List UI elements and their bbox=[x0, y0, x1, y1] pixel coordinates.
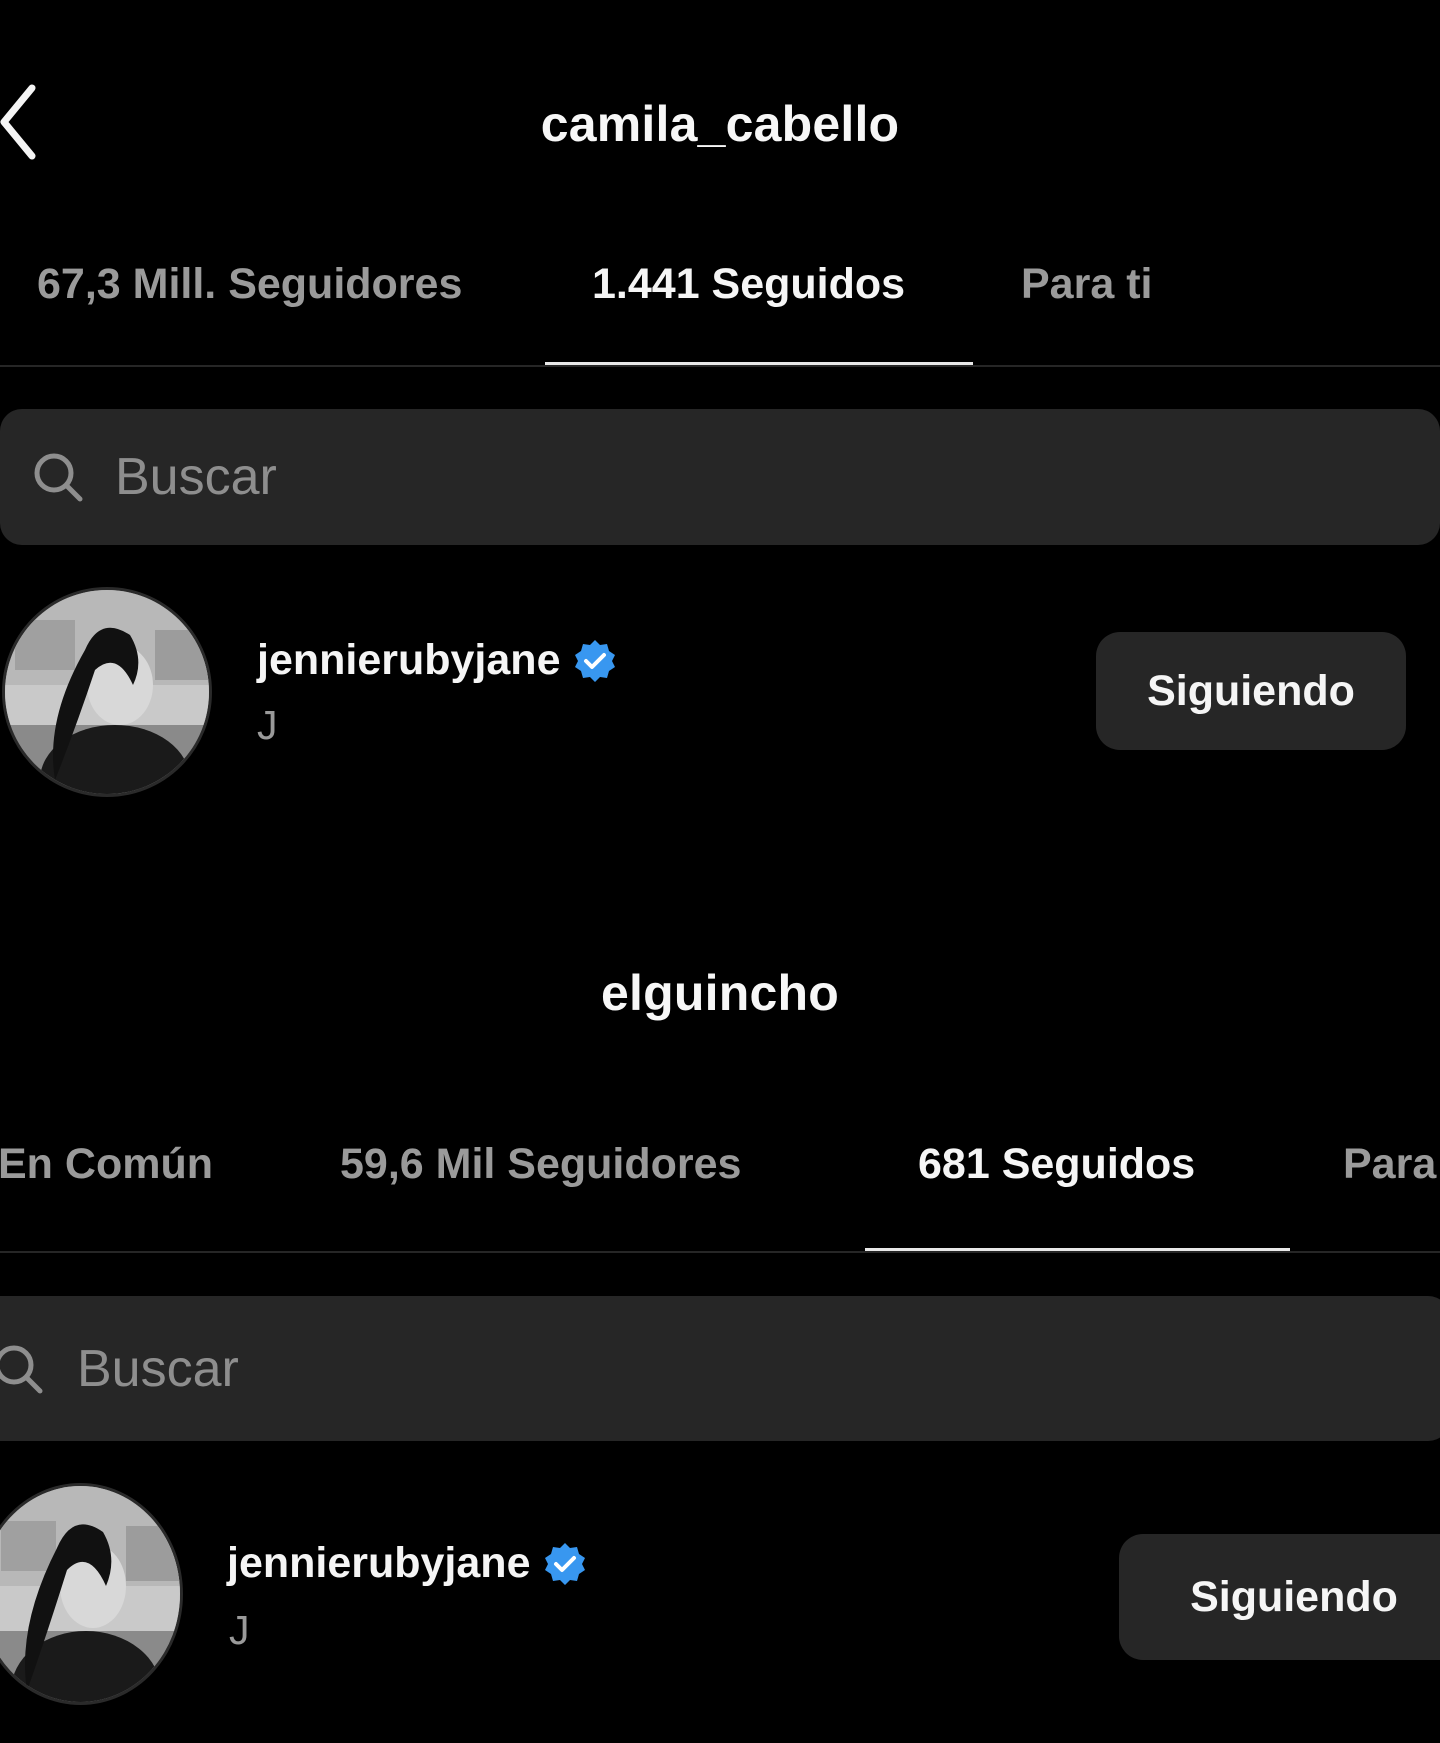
username[interactable]: jennierubyjane bbox=[227, 1539, 530, 1588]
tab-in-common[interactable]: En Común bbox=[0, 1140, 213, 1189]
search-input[interactable] bbox=[115, 409, 1405, 545]
verified-badge-icon bbox=[545, 1542, 586, 1585]
tab-following[interactable]: 681 Seguidos bbox=[918, 1140, 1195, 1189]
profile-following-screen-camila: camila_cabello 67,3 Mill. Seguidores 1.4… bbox=[0, 0, 1440, 860]
profile-following-screen-elguincho: elguincho En Común 59,6 Mil Seguidores 6… bbox=[0, 880, 1440, 1743]
tab-for-you[interactable]: Para ti bbox=[1343, 1140, 1440, 1189]
search-icon bbox=[34, 453, 83, 502]
following-button[interactable]: Siguiendo bbox=[1119, 1534, 1440, 1660]
tab-followers[interactable]: 59,6 Mil Seguidores bbox=[340, 1140, 741, 1189]
search-bar[interactable] bbox=[0, 409, 1440, 545]
tab-following[interactable]: 1.441 Seguidos bbox=[592, 260, 905, 309]
username-row[interactable]: jennierubyjane bbox=[257, 636, 618, 685]
profile-username-title: elguincho bbox=[601, 965, 839, 1021]
active-tab-indicator bbox=[865, 1248, 1290, 1251]
verified-badge-icon bbox=[575, 639, 616, 682]
search-input[interactable] bbox=[77, 1296, 1417, 1441]
avatar[interactable] bbox=[2, 587, 212, 797]
search-bar[interactable] bbox=[0, 1296, 1440, 1441]
full-name: J bbox=[257, 702, 278, 748]
tab-divider bbox=[0, 1251, 1440, 1253]
full-name: J bbox=[229, 1607, 250, 1653]
avatar-photo bbox=[0, 1486, 180, 1702]
search-icon bbox=[0, 1345, 43, 1393]
avatar[interactable] bbox=[0, 1483, 183, 1705]
username[interactable]: jennierubyjane bbox=[257, 636, 560, 685]
tab-followers[interactable]: 67,3 Mill. Seguidores bbox=[37, 260, 462, 309]
profile-username-title: camila_cabello bbox=[540, 96, 900, 152]
avatar-photo bbox=[5, 590, 209, 794]
active-tab-indicator bbox=[545, 362, 973, 365]
following-button[interactable]: Siguiendo bbox=[1096, 632, 1406, 750]
tab-for-you[interactable]: Para ti bbox=[1021, 260, 1152, 309]
username-row[interactable]: jennierubyjane bbox=[227, 1539, 588, 1588]
tab-divider bbox=[0, 365, 1440, 367]
